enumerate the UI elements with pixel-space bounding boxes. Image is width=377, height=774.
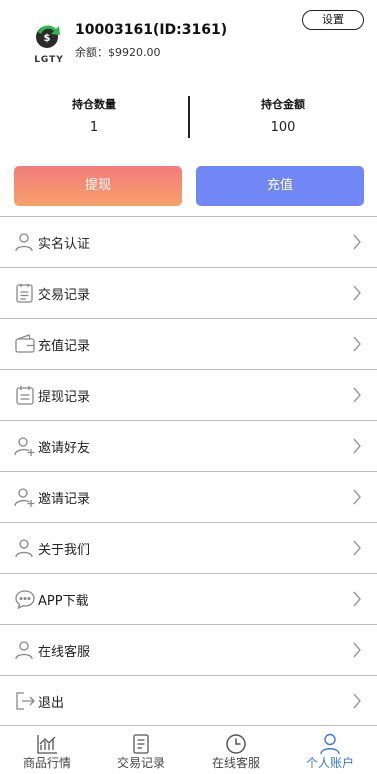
chevron-right-icon (353, 540, 361, 556)
position-amount-label: 持仓金额 (261, 98, 305, 111)
tab-label: 在线客服 (211, 756, 260, 770)
chevron-right-icon (353, 489, 361, 505)
clipboard-icon (16, 284, 33, 303)
menu-item-invite-friends[interactable]: 邀请好友 (0, 420, 377, 471)
clock-icon (226, 734, 246, 754)
menu-item-label: APP下载 (38, 594, 89, 609)
menu-item-online-service[interactable]: 在线客服 (0, 624, 377, 675)
tab-label: 交易记录 (116, 756, 165, 770)
tab-market[interactable]: 商品行情 (0, 728, 94, 774)
position-amount: 持仓金额 100 (189, 92, 377, 135)
tab-trade-records[interactable]: 交易记录 (94, 728, 188, 774)
chevron-right-icon (353, 591, 361, 607)
user-icon (15, 233, 33, 252)
person-icon (320, 733, 340, 755)
balance: 余额：$9920.00 (75, 46, 161, 59)
logout-icon (16, 692, 35, 710)
chat-icon (15, 590, 35, 610)
tab-label: 个人账户 (305, 756, 354, 770)
profile-header: $ LGTY 10003161(ID:3161) 余额：$9920.00 设置 (0, 0, 377, 80)
user-icon (15, 641, 33, 660)
position-quantity-value: 1 (89, 120, 99, 135)
menu-item-label: 充值记录 (38, 339, 91, 354)
menu-item-invite-records[interactable]: 邀请记录 (0, 471, 377, 522)
chevron-right-icon (353, 642, 361, 658)
account-menu: 实名认证 交易记录 充值记录 提现记录 邀请好友 邀请记录 关于我们 APP下载 (0, 216, 377, 726)
position-quantity-label: 持仓数量 (72, 98, 116, 111)
menu-item-withdraw-records[interactable]: 提现记录 (0, 369, 377, 420)
bottom-tab-bar: 商品行情 交易记录 在线客服 个人账户 (0, 728, 377, 774)
withdraw-button[interactable]: 提现 (14, 166, 182, 206)
menu-item-label: 实名认证 (38, 237, 91, 252)
position-amount-value: 100 (270, 120, 296, 135)
recharge-button[interactable]: 充值 (196, 166, 364, 206)
chevron-right-icon (353, 285, 361, 301)
tab-label: 商品行情 (22, 756, 71, 770)
wallet-icon (15, 334, 35, 353)
user-add-icon (14, 437, 35, 456)
menu-item-label: 交易记录 (38, 288, 91, 303)
position-quantity: 持仓数量 1 (0, 92, 188, 135)
chevron-right-icon (353, 387, 361, 403)
menu-item-label: 在线客服 (38, 645, 91, 660)
chevron-right-icon (353, 336, 361, 352)
brand-logo: $ LGTY (34, 25, 64, 65)
svg-text:LGTY: LGTY (34, 55, 64, 65)
menu-item-label: 邀请好友 (38, 441, 91, 456)
chevron-right-icon (353, 234, 361, 250)
menu-item-trade-records[interactable]: 交易记录 (0, 267, 377, 318)
menu-item-recharge-records[interactable]: 充值记录 (0, 318, 377, 369)
user-icon (15, 539, 33, 558)
menu-item-app-download[interactable]: APP下载 (0, 573, 377, 624)
chart-icon (37, 735, 57, 754)
menu-item-label: 退出 (38, 696, 65, 711)
menu-item-label: 邀请记录 (38, 492, 91, 507)
user-id: 10003161(ID:3161) (75, 22, 228, 38)
document-icon (133, 734, 149, 754)
calendar-icon (16, 386, 34, 405)
tab-online-service[interactable]: 在线客服 (189, 728, 283, 774)
tab-personal-account[interactable]: 个人账户 (283, 728, 377, 774)
menu-item-logout[interactable]: 退出 (0, 675, 377, 726)
menu-item-verification[interactable]: 实名认证 (0, 216, 377, 267)
chevron-right-icon (353, 693, 361, 709)
menu-item-about-us[interactable]: 关于我们 (0, 522, 377, 573)
chevron-right-icon (353, 438, 361, 454)
menu-item-label: 提现记录 (38, 390, 91, 405)
settings-button[interactable]: 设置 (302, 10, 364, 30)
user-add-icon (14, 488, 35, 507)
holdings-stats: 持仓数量 1 持仓金额 100 (0, 92, 377, 142)
menu-item-label: 关于我们 (38, 543, 91, 558)
svg-text:$: $ (44, 33, 51, 44)
